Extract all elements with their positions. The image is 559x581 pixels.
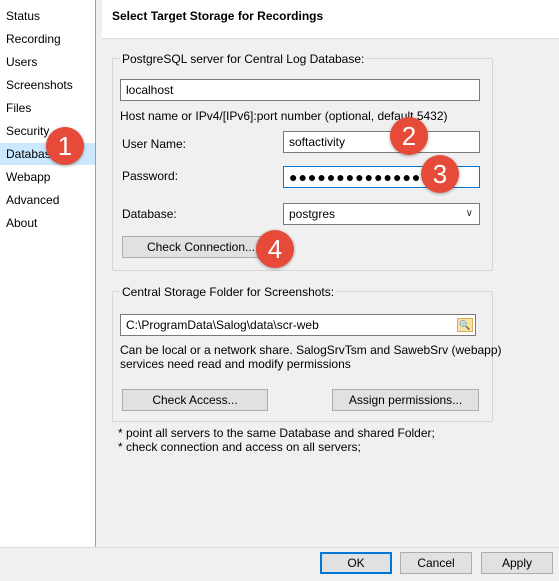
page-title: Select Target Storage for Recordings <box>112 9 324 23</box>
cancel-button[interactable]: Cancel <box>400 552 472 574</box>
sidebar-item-label: Recording <box>6 32 61 46</box>
sidebar-item-users[interactable]: Users <box>0 51 95 73</box>
sidebar-item-label: Screenshots <box>6 78 73 92</box>
sidebar-item-screenshots[interactable]: Screenshots <box>0 74 95 96</box>
sidebar-item-label: Status <box>6 9 41 23</box>
page-header: Select Target Storage for Recordings <box>102 0 559 39</box>
sidebar-item-label: About <box>6 216 38 230</box>
check-access-button[interactable]: Check Access... <box>122 389 268 411</box>
database-select-value: postgres <box>289 207 336 221</box>
callout-badge-2: 2 <box>390 117 428 155</box>
note-line2: * check connection and access on all ser… <box>118 440 361 454</box>
callout-badge-3: 3 <box>421 155 459 193</box>
note-line1: * point all servers to the same Database… <box>118 426 435 440</box>
sidebar-item-label: Security <box>6 124 50 138</box>
sidebar-item-recording[interactable]: Recording <box>0 28 95 50</box>
sidebar-item-label: Webapp <box>6 170 51 184</box>
password-label: Password: <box>122 169 179 183</box>
folder-path-input[interactable]: C:\ProgramData\Salog\data\scr-web 🔍 <box>120 314 476 336</box>
host-input[interactable]: localhost <box>120 79 480 101</box>
sidebar-item-label: Users <box>6 55 38 69</box>
username-input[interactable]: softactivity <box>283 131 480 153</box>
sidebar-item-label: Advanced <box>6 193 60 207</box>
username-label: User Name: <box>122 137 187 151</box>
database-group-label: PostgreSQL server for Central Log Databa… <box>120 52 367 66</box>
sidebar: Status Recording Users Screenshots Files… <box>0 0 96 547</box>
folder-group-label: Central Storage Folder for Screenshots: <box>120 285 337 299</box>
assign-permissions-button[interactable]: Assign permissions... <box>332 389 479 411</box>
database-label: Database: <box>122 207 177 221</box>
folder-description-line1: Can be local or a network share. SalogSr… <box>120 343 502 357</box>
database-select[interactable]: postgres ∨ <box>283 203 480 225</box>
folder-description-line2: services need read and modify permission… <box>120 357 351 371</box>
dialog-footer <box>0 547 559 581</box>
folder-path-value: C:\ProgramData\Salog\data\scr-web <box>126 318 319 332</box>
sidebar-item-files[interactable]: Files <box>0 97 95 119</box>
ok-button[interactable]: OK <box>320 552 392 574</box>
sidebar-item-advanced[interactable]: Advanced <box>0 189 95 211</box>
sidebar-item-webapp[interactable]: Webapp <box>0 166 95 188</box>
sidebar-item-status[interactable]: Status <box>0 5 95 27</box>
sidebar-item-about[interactable]: About <box>0 212 95 234</box>
callout-badge-1: 1 <box>46 127 84 165</box>
sidebar-item-label: Files <box>6 101 32 115</box>
browse-folder-icon[interactable]: 🔍 <box>457 318 473 332</box>
chevron-down-icon: ∨ <box>465 208 473 219</box>
apply-button[interactable]: Apply <box>481 552 553 574</box>
callout-badge-4: 4 <box>256 230 294 268</box>
